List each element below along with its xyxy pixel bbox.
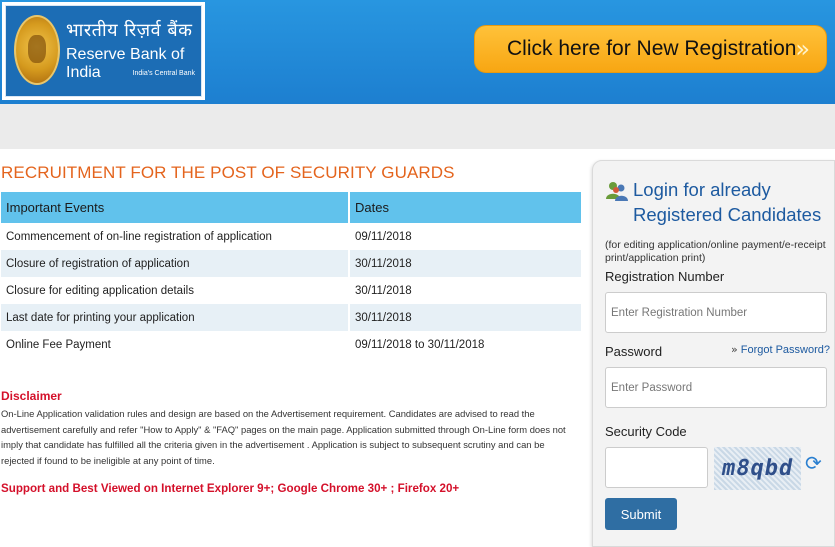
site-header: भारतीय रिज़र्व बैंक Reserve Bank of Indi…: [0, 0, 835, 104]
logo-tagline: India's Central Bank: [132, 70, 195, 77]
submit-button[interactable]: Submit: [605, 498, 677, 530]
page-title: RECRUITMENT FOR THE POST OF SECURITY GUA…: [1, 163, 455, 182]
login-note: (for editing application/online payment/…: [605, 239, 826, 264]
disclaimer-text: On-Line Application validation rules and…: [1, 408, 566, 466]
registration-number-input[interactable]: [605, 292, 827, 333]
new-registration-button[interactable]: Click here for New Registration »: [474, 25, 827, 73]
nav-band: [0, 104, 835, 149]
date-cell: 09/11/2018 to 30/11/2018: [349, 331, 583, 358]
password-label: Password: [605, 344, 663, 359]
event-cell: Closure of registration of application: [1, 250, 350, 277]
captcha-image: m8qbd: [714, 447, 801, 490]
browser-support-note: Support and Best Viewed on Internet Expl…: [1, 482, 460, 495]
logo-panel: भारतीय रिज़र्व बैंक Reserve Bank of Indi…: [5, 5, 202, 97]
table-row: Online Fee Payment 09/11/2018 to 30/11/2…: [1, 331, 583, 358]
event-cell: Last date for printing your application: [1, 304, 350, 331]
security-code-input[interactable]: [605, 447, 708, 488]
rbi-logo[interactable]: भारतीय रिज़र्व बैंक Reserve Bank of Indi…: [2, 2, 205, 100]
table-row: Closure for editing application details …: [1, 277, 583, 304]
login-title-line2: Registered Candidates: [633, 204, 822, 225]
forgot-password-label: Forgot Password?: [740, 344, 830, 356]
date-cell: 30/11/2018: [349, 277, 583, 304]
security-code-label: Security Code: [605, 424, 687, 439]
login-title: Login for already Registered Candidates: [633, 177, 833, 227]
event-cell: Closure for editing application details: [1, 277, 350, 304]
password-input[interactable]: [605, 367, 827, 408]
users-icon: [606, 182, 628, 201]
table-header-dates: Dates: [349, 192, 583, 223]
date-cell: 30/11/2018: [349, 304, 583, 331]
date-cell: 30/11/2018: [349, 250, 583, 277]
table-header-events: Important Events: [1, 192, 350, 223]
event-cell: Online Fee Payment: [1, 331, 350, 358]
login-title-line1: Login for already: [633, 179, 771, 200]
login-panel: Login for already Registered Candidates …: [592, 160, 835, 547]
captcha-text: m8qbd: [719, 456, 796, 481]
logo-hindi-text: भारतीय रिज़र्व बैंक: [66, 20, 193, 41]
double-chevron-right-icon: »: [795, 35, 810, 63]
important-events-table: Important Events Dates Commencement of o…: [1, 192, 583, 358]
date-cell: 09/11/2018: [349, 223, 583, 250]
table-header-row: Important Events Dates: [1, 192, 583, 223]
registration-number-label: Registration Number: [605, 269, 725, 284]
new-registration-label: Click here for New Registration: [507, 37, 797, 60]
table-row: Closure of registration of application 3…: [1, 250, 583, 277]
table-row: Commencement of on-line registration of …: [1, 223, 583, 250]
refresh-captcha-icon[interactable]: ⟳: [805, 451, 822, 475]
table-row: Last date for printing your application …: [1, 304, 583, 331]
rbi-seal-icon: [14, 15, 60, 85]
disclaimer-title: Disclaimer: [1, 389, 62, 403]
double-chevron-right-icon: »: [731, 343, 738, 356]
event-cell: Commencement of on-line registration of …: [1, 223, 350, 250]
forgot-password-link[interactable]: » Forgot Password?: [731, 343, 830, 356]
